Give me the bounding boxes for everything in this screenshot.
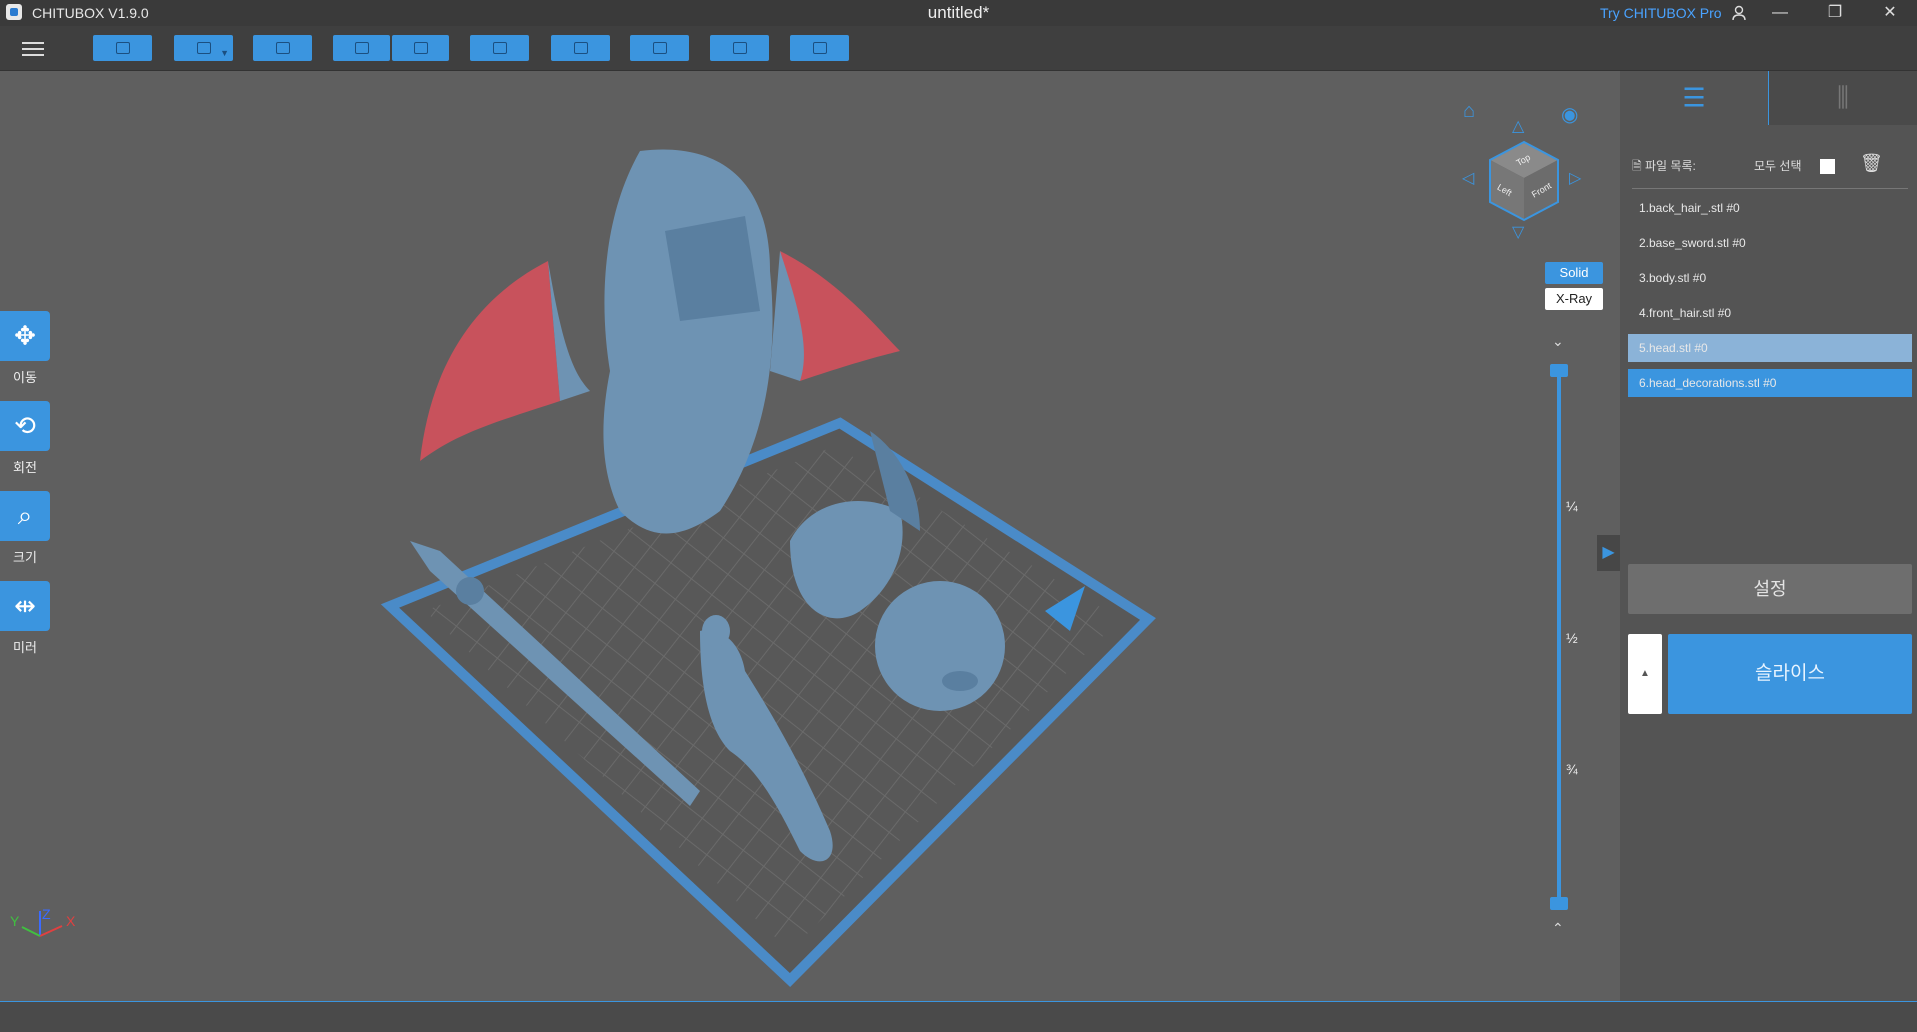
move-icon: ✥ bbox=[14, 320, 36, 351]
3d-viewport[interactable]: Y Z X bbox=[0, 71, 1620, 1001]
chevron-up-icon[interactable]: ⌃ bbox=[1552, 920, 1564, 937]
panel-tabs: ☰ ⫼ bbox=[1620, 71, 1917, 125]
layer-slider-track[interactable] bbox=[1557, 368, 1561, 903]
sword-guard bbox=[456, 577, 484, 605]
slice-settings-icon bbox=[492, 42, 507, 54]
tab-supports[interactable]: ⫼ bbox=[1769, 71, 1917, 125]
file-list-item[interactable]: 4.front_hair.stl #0 bbox=[1628, 299, 1912, 327]
scene-render bbox=[21, 149, 1156, 987]
left-wing bbox=[420, 261, 560, 461]
file-list-item[interactable]: 3.body.stl #0 bbox=[1628, 264, 1912, 292]
head-model bbox=[875, 581, 1005, 711]
supports-icon bbox=[652, 42, 667, 54]
build-plate-grid bbox=[425, 446, 1120, 951]
slider-mark-three-quarter: ¾ bbox=[1566, 761, 1578, 777]
file-icon: 🗎 bbox=[1632, 159, 1645, 173]
trash-icon[interactable]: 🗑 bbox=[1860, 153, 1883, 174]
eye-icon[interactable]: ◉ bbox=[1561, 102, 1578, 127]
file-list-item[interactable]: 5.head.stl #0 bbox=[1628, 334, 1912, 362]
slice-options-button[interactable]: ▲ bbox=[1628, 634, 1662, 714]
open-file-button[interactable] bbox=[93, 35, 152, 61]
body-head bbox=[702, 615, 730, 647]
divider bbox=[1632, 188, 1908, 189]
app-logo-icon bbox=[6, 4, 22, 20]
user-icon[interactable] bbox=[1719, 0, 1759, 26]
chevron-down-icon: ▼ bbox=[220, 48, 229, 58]
minimize-button[interactable]: — bbox=[1760, 0, 1800, 26]
scale-tool[interactable]: ⌕ 크기 bbox=[0, 491, 50, 566]
axis-x-label: X bbox=[66, 913, 76, 929]
restore-button[interactable]: ❐ bbox=[1815, 0, 1855, 26]
arrow-up-icon[interactable]: △ bbox=[1512, 116, 1524, 136]
supports-icon: ⫼ bbox=[1837, 82, 1849, 112]
file-list-item[interactable]: 1.back_hair_.stl #0 bbox=[1628, 194, 1912, 222]
close-button[interactable]: ✕ bbox=[1870, 0, 1910, 26]
mirror-icon: ⇹ bbox=[14, 590, 36, 621]
mirror-tool[interactable]: ⇹ 미러 bbox=[0, 581, 50, 656]
file-list-header: 🗎 파일 목록: bbox=[1632, 159, 1696, 173]
move-label: 이동 bbox=[13, 370, 37, 385]
machine-icon bbox=[732, 42, 747, 54]
save-icon bbox=[196, 42, 211, 54]
axis-y-label: Y bbox=[10, 913, 20, 929]
xray-mode-button[interactable]: X-Ray bbox=[1545, 288, 1603, 310]
move-tool[interactable]: ✥ 이동 bbox=[0, 311, 50, 386]
main-toolbar: ▼ bbox=[0, 26, 1917, 71]
front-hair-model bbox=[665, 216, 760, 321]
chevron-down-icon[interactable]: ⌄ bbox=[1552, 333, 1564, 350]
right-panel: ☰ ⫼ 🗎 파일 목록: 모두 선택 🗑 1.back_hair_.stl #0… bbox=[1620, 71, 1917, 1001]
arrow-right-icon[interactable]: ▷ bbox=[1569, 168, 1581, 188]
layer-slider-bottom-handle[interactable] bbox=[1550, 897, 1568, 910]
menu-icon[interactable] bbox=[22, 38, 44, 58]
open-file-icon bbox=[115, 42, 130, 54]
rotate-tool[interactable]: ⟲ 회전 bbox=[0, 401, 50, 476]
export-button[interactable] bbox=[790, 35, 849, 61]
slider-mark-half: ½ bbox=[1566, 630, 1578, 646]
arrow-down-icon[interactable]: ▽ bbox=[1512, 222, 1524, 242]
slider-mark-quarter: ¼ bbox=[1566, 498, 1578, 514]
scale-label: 크기 bbox=[13, 550, 37, 565]
undo-icon bbox=[354, 42, 369, 54]
solid-mode-button[interactable]: Solid bbox=[1545, 262, 1603, 284]
machine-button[interactable] bbox=[710, 35, 769, 61]
file-list-item[interactable]: 6.head_decorations.stl #0 bbox=[1628, 369, 1912, 397]
supports-button[interactable] bbox=[630, 35, 689, 61]
auto-layout-button[interactable] bbox=[253, 35, 312, 61]
file-list-item[interactable]: 2.base_sword.stl #0 bbox=[1628, 229, 1912, 257]
auto-layout-icon bbox=[275, 42, 290, 54]
rotate-icon: ⟲ bbox=[14, 410, 36, 441]
slice-button[interactable]: 슬라이스 bbox=[1668, 634, 1912, 714]
hollow-icon bbox=[573, 42, 588, 54]
redo-button[interactable] bbox=[392, 35, 449, 61]
rotate-label: 회전 bbox=[13, 460, 37, 475]
tab-settings[interactable]: ☰ bbox=[1620, 71, 1769, 125]
undo-button[interactable] bbox=[333, 35, 390, 61]
try-pro-link[interactable]: Try CHITUBOX Pro bbox=[1600, 5, 1722, 21]
layer-slider-top-handle[interactable] bbox=[1550, 364, 1568, 377]
app-name: CHITUBOX V1.9.0 bbox=[32, 5, 149, 21]
axis-z-label: Z bbox=[42, 906, 51, 922]
select-all-checkbox[interactable] bbox=[1820, 159, 1835, 174]
slice-settings-button[interactable] bbox=[470, 35, 529, 61]
export-icon bbox=[812, 42, 827, 54]
title-bar: CHITUBOX V1.9.0 untitled* Try CHITUBOX P… bbox=[0, 0, 1917, 26]
hollow-button[interactable] bbox=[551, 35, 610, 61]
redo-icon bbox=[413, 42, 428, 54]
status-bar bbox=[0, 1001, 1917, 1032]
arrow-left-icon[interactable]: ◁ bbox=[1462, 168, 1474, 188]
mirror-label: 미러 bbox=[13, 640, 37, 655]
scale-icon: ⌕ bbox=[17, 500, 33, 530]
select-all-label: 모두 선택 bbox=[1754, 159, 1802, 173]
head-face bbox=[942, 671, 978, 691]
panel-collapse-button[interactable]: ▶ bbox=[1597, 535, 1620, 571]
settings-button[interactable]: 설정 bbox=[1628, 564, 1912, 614]
save-button[interactable]: ▼ bbox=[174, 35, 233, 61]
home-view-icon[interactable]: ⌂ bbox=[1463, 100, 1475, 123]
list-gear-icon: ☰ bbox=[1682, 82, 1706, 113]
